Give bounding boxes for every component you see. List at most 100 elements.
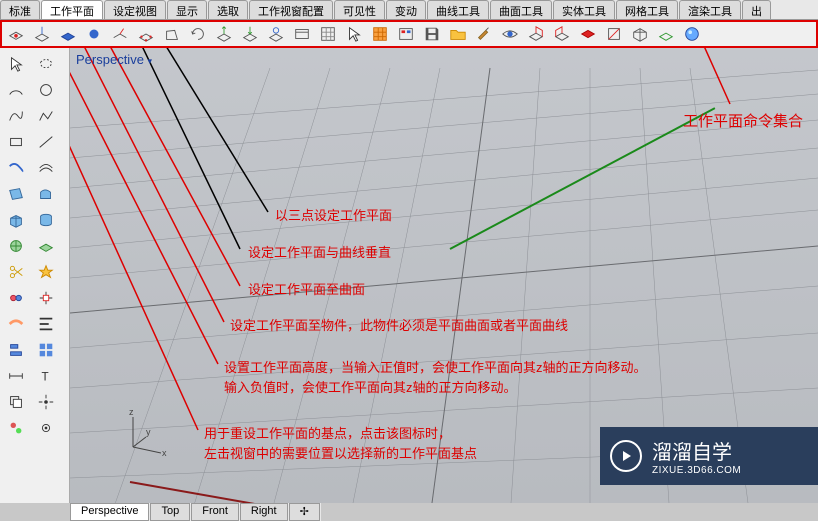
- tab-cplane[interactable]: 工作平面: [41, 0, 103, 19]
- watermark: 溜溜自学 ZIXUE.3D66.COM: [600, 427, 818, 485]
- sketch-icon[interactable]: [32, 182, 60, 206]
- btab-perspective[interactable]: Perspective: [70, 503, 149, 521]
- loft-icon[interactable]: [2, 338, 30, 362]
- lasso-icon[interactable]: [32, 52, 60, 76]
- view-persp-icon[interactable]: [656, 24, 676, 44]
- tab-transform[interactable]: 变动: [386, 0, 426, 19]
- rect-icon[interactable]: [2, 130, 30, 154]
- cplane-named-icon[interactable]: [292, 24, 312, 44]
- cplane-prev-icon[interactable]: [240, 24, 260, 44]
- polyline-icon[interactable]: [32, 104, 60, 128]
- main-area: T Perspective ▾: [0, 48, 818, 503]
- link-icon[interactable]: [2, 286, 30, 310]
- cplane-next-icon[interactable]: [214, 24, 234, 44]
- tab-strip: 标准 工作平面 设定视图 显示 选取 工作视窗配置 可见性 变动 曲线工具 曲面…: [0, 0, 818, 20]
- cplane-elevation-icon[interactable]: [32, 24, 52, 44]
- cplane-world-icon[interactable]: [266, 24, 286, 44]
- dimension-icon[interactable]: [2, 364, 30, 388]
- open-folder-icon[interactable]: [448, 24, 468, 44]
- btab-right[interactable]: Right: [240, 503, 288, 521]
- star-icon[interactable]: [32, 260, 60, 284]
- circle-icon[interactable]: [32, 78, 60, 102]
- tab-surface-tools[interactable]: 曲面工具: [490, 0, 552, 19]
- cplane-origin-icon[interactable]: [6, 24, 26, 44]
- cplane-3point-icon[interactable]: [136, 24, 156, 44]
- watermark-brand: 溜溜自学: [652, 436, 741, 465]
- pipe-icon[interactable]: [2, 312, 30, 336]
- anno-perp: 设定工作平面与曲线垂直: [248, 243, 391, 263]
- cplane-vertical-icon[interactable]: [162, 24, 182, 44]
- tab-render-tools[interactable]: 渲染工具: [679, 0, 741, 19]
- cplane-perpendicular-icon[interactable]: [110, 24, 130, 44]
- freeform-icon[interactable]: [2, 156, 30, 180]
- cplane-rotate-icon[interactable]: [188, 24, 208, 44]
- play-icon: [610, 440, 642, 472]
- svg-text:x: x: [162, 448, 167, 458]
- svg-text:y: y: [146, 427, 151, 437]
- btab-add[interactable]: ✢: [289, 503, 320, 521]
- tab-select[interactable]: 选取: [208, 0, 248, 19]
- anno-3point: 以三点设定工作平面: [275, 206, 392, 226]
- visibility-icon[interactable]: [500, 24, 520, 44]
- tab-more[interactable]: 出: [742, 0, 771, 19]
- plane-icon[interactable]: [32, 234, 60, 258]
- view-front-icon[interactable]: [604, 24, 624, 44]
- top-toolbar: [0, 20, 818, 48]
- btab-front[interactable]: Front: [191, 503, 239, 521]
- align-icon[interactable]: [32, 312, 60, 336]
- tab-vp-layout[interactable]: 工作视窗配置: [249, 0, 333, 19]
- viewport-title-text: Perspective: [76, 52, 144, 67]
- mesh-sphere-icon[interactable]: [2, 234, 30, 258]
- surface-patch-icon[interactable]: [2, 182, 30, 206]
- box-icon[interactable]: [2, 208, 30, 232]
- layers-icon[interactable]: [396, 24, 416, 44]
- tab-solid-tools[interactable]: 实体工具: [553, 0, 615, 19]
- svg-text:z: z: [129, 409, 134, 417]
- paint-icon[interactable]: [474, 24, 494, 44]
- explode-icon[interactable]: [32, 390, 60, 414]
- left-toolbar: T: [0, 48, 70, 503]
- copy-icon[interactable]: [2, 390, 30, 414]
- callout-label: 工作平面命令集合: [683, 110, 803, 131]
- presets-icon[interactable]: [32, 338, 60, 362]
- trim-icon[interactable]: [32, 286, 60, 310]
- btab-top[interactable]: Top: [150, 503, 190, 521]
- viewport-title[interactable]: Perspective ▾: [76, 52, 152, 67]
- tab-visibility[interactable]: 可见性: [334, 0, 385, 19]
- cplane-surface-icon[interactable]: [84, 24, 104, 44]
- svg-text:T: T: [42, 371, 49, 384]
- text-icon[interactable]: T: [32, 364, 60, 388]
- tab-set-view[interactable]: 设定视图: [104, 0, 166, 19]
- anno-origin: 用于重设工作平面的基点，点击该图标时， 左击视窗中的需要位置以选择新的工作平面基…: [204, 424, 477, 463]
- cplane-object-icon[interactable]: [58, 24, 78, 44]
- bottom-tab-strip: Perspective Top Front Right ✢: [70, 503, 321, 521]
- scissors-icon[interactable]: [2, 260, 30, 284]
- sphere-icon[interactable]: [682, 24, 702, 44]
- toggle-grid-icon[interactable]: [318, 24, 338, 44]
- view-right-icon[interactable]: [526, 24, 546, 44]
- viewport-dropdown-arrow-icon[interactable]: ▾: [148, 56, 153, 66]
- cursor-icon[interactable]: [344, 24, 364, 44]
- settings-icon[interactable]: [32, 416, 60, 440]
- viewport[interactable]: Perspective ▾: [70, 48, 818, 503]
- view-left-icon[interactable]: [552, 24, 572, 44]
- anno-surface: 设定工作平面至曲面: [248, 280, 365, 300]
- view-iso-icon[interactable]: [630, 24, 650, 44]
- save-icon[interactable]: [422, 24, 442, 44]
- select-window-icon[interactable]: [370, 24, 390, 44]
- offset-icon[interactable]: [32, 156, 60, 180]
- tab-standard[interactable]: 标准: [0, 0, 40, 19]
- pointer-icon[interactable]: [2, 52, 30, 76]
- curve-icon[interactable]: [2, 104, 30, 128]
- anno-elevation: 设置工作平面高度，当输入正值时，会使工作平面向其z轴的正方向移动。 输入负值时，…: [224, 358, 647, 397]
- tab-display[interactable]: 显示: [167, 0, 207, 19]
- tab-mesh-tools[interactable]: 网格工具: [616, 0, 678, 19]
- anno-object: 设定工作平面至物件，此物件必须是平面曲面或者平面曲线: [230, 316, 568, 336]
- cylinder-icon[interactable]: [32, 208, 60, 232]
- arc-icon[interactable]: [2, 78, 30, 102]
- tab-curve-tools[interactable]: 曲线工具: [427, 0, 489, 19]
- view-top-icon[interactable]: [578, 24, 598, 44]
- group-icon[interactable]: [2, 416, 30, 440]
- line-icon[interactable]: [32, 130, 60, 154]
- axis-gizmo: z x y: [118, 409, 168, 459]
